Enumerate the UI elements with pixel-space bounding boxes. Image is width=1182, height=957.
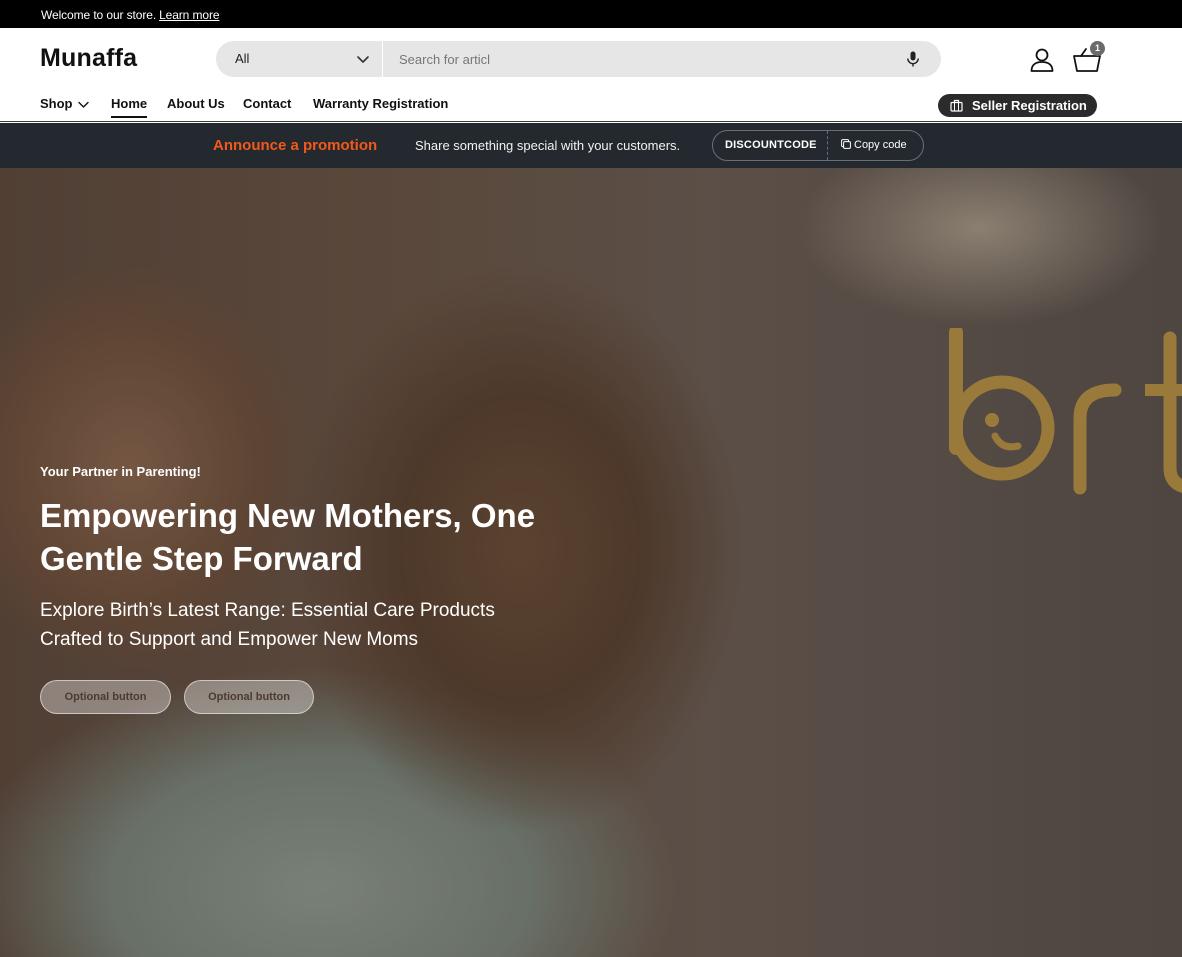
code-divider [827, 131, 828, 160]
nav-item-shop[interactable]: Shop [40, 96, 89, 111]
nav-item-home[interactable]: Home [111, 96, 148, 118]
nav-item-about-us[interactable]: About Us [167, 96, 225, 111]
hero-optional-button-2[interactable]: Optional button [184, 680, 314, 714]
copy-icon [841, 139, 851, 149]
copy-code-label: Copy code [854, 139, 907, 151]
promotion-heading: Announce a promotion [213, 137, 378, 154]
hero-kicker: Your Partner in Parenting! [40, 464, 201, 479]
nav-item-contact[interactable]: Contact [243, 96, 291, 111]
discount-code: DISCOUNTCODE [725, 139, 817, 151]
hero-optional-button-1[interactable]: Optional button [40, 680, 171, 714]
category-select[interactable]: All [216, 41, 383, 77]
learn-more-link[interactable]: Learn more [159, 8, 219, 22]
briefcase-icon [950, 99, 963, 112]
announcement-text: Welcome to our store. [41, 8, 157, 22]
cart-count-badge: 1 [1090, 41, 1105, 56]
discount-code-box: DISCOUNTCODE Copy code [712, 130, 924, 161]
announcement-message: Welcome to our store. Learn more [41, 8, 220, 22]
search-input[interactable] [399, 50, 879, 68]
account-icon[interactable] [1028, 46, 1056, 74]
nav-item-label: Shop [40, 96, 73, 111]
chevron-down-icon [77, 101, 89, 108]
store-logo[interactable]: Munaffa [40, 44, 137, 73]
search-bar: All [216, 41, 941, 77]
nav-item-warranty-registration[interactable]: Warranty Registration [313, 96, 448, 111]
category-select-value: All [235, 51, 250, 66]
microphone-icon[interactable] [904, 50, 922, 68]
copy-code-button[interactable]: Copy code [841, 139, 907, 151]
chevron-down-icon [357, 56, 369, 63]
announcement-bar: Welcome to our store. Learn more [0, 0, 1182, 28]
hero-subheading: Explore Birth’s Latest Range: Essential … [40, 600, 495, 650]
seller-registration-label: Seller Registration [972, 98, 1087, 113]
hero-banner: Your Partner in Parenting! Empowering Ne… [0, 168, 1182, 957]
birth-logo-watermark [949, 328, 1182, 495]
seller-registration-button[interactable]: Seller Registration [938, 94, 1097, 117]
promotion-text: Share something special with your custom… [415, 138, 681, 153]
hero-headline: Empowering New Mothers, One Gentle Step … [40, 497, 536, 577]
promotion-bar: Announce a promotion Share something spe… [0, 123, 1182, 168]
site-header: Munaffa All 1 Shop Home About Us Contact… [0, 28, 1182, 122]
